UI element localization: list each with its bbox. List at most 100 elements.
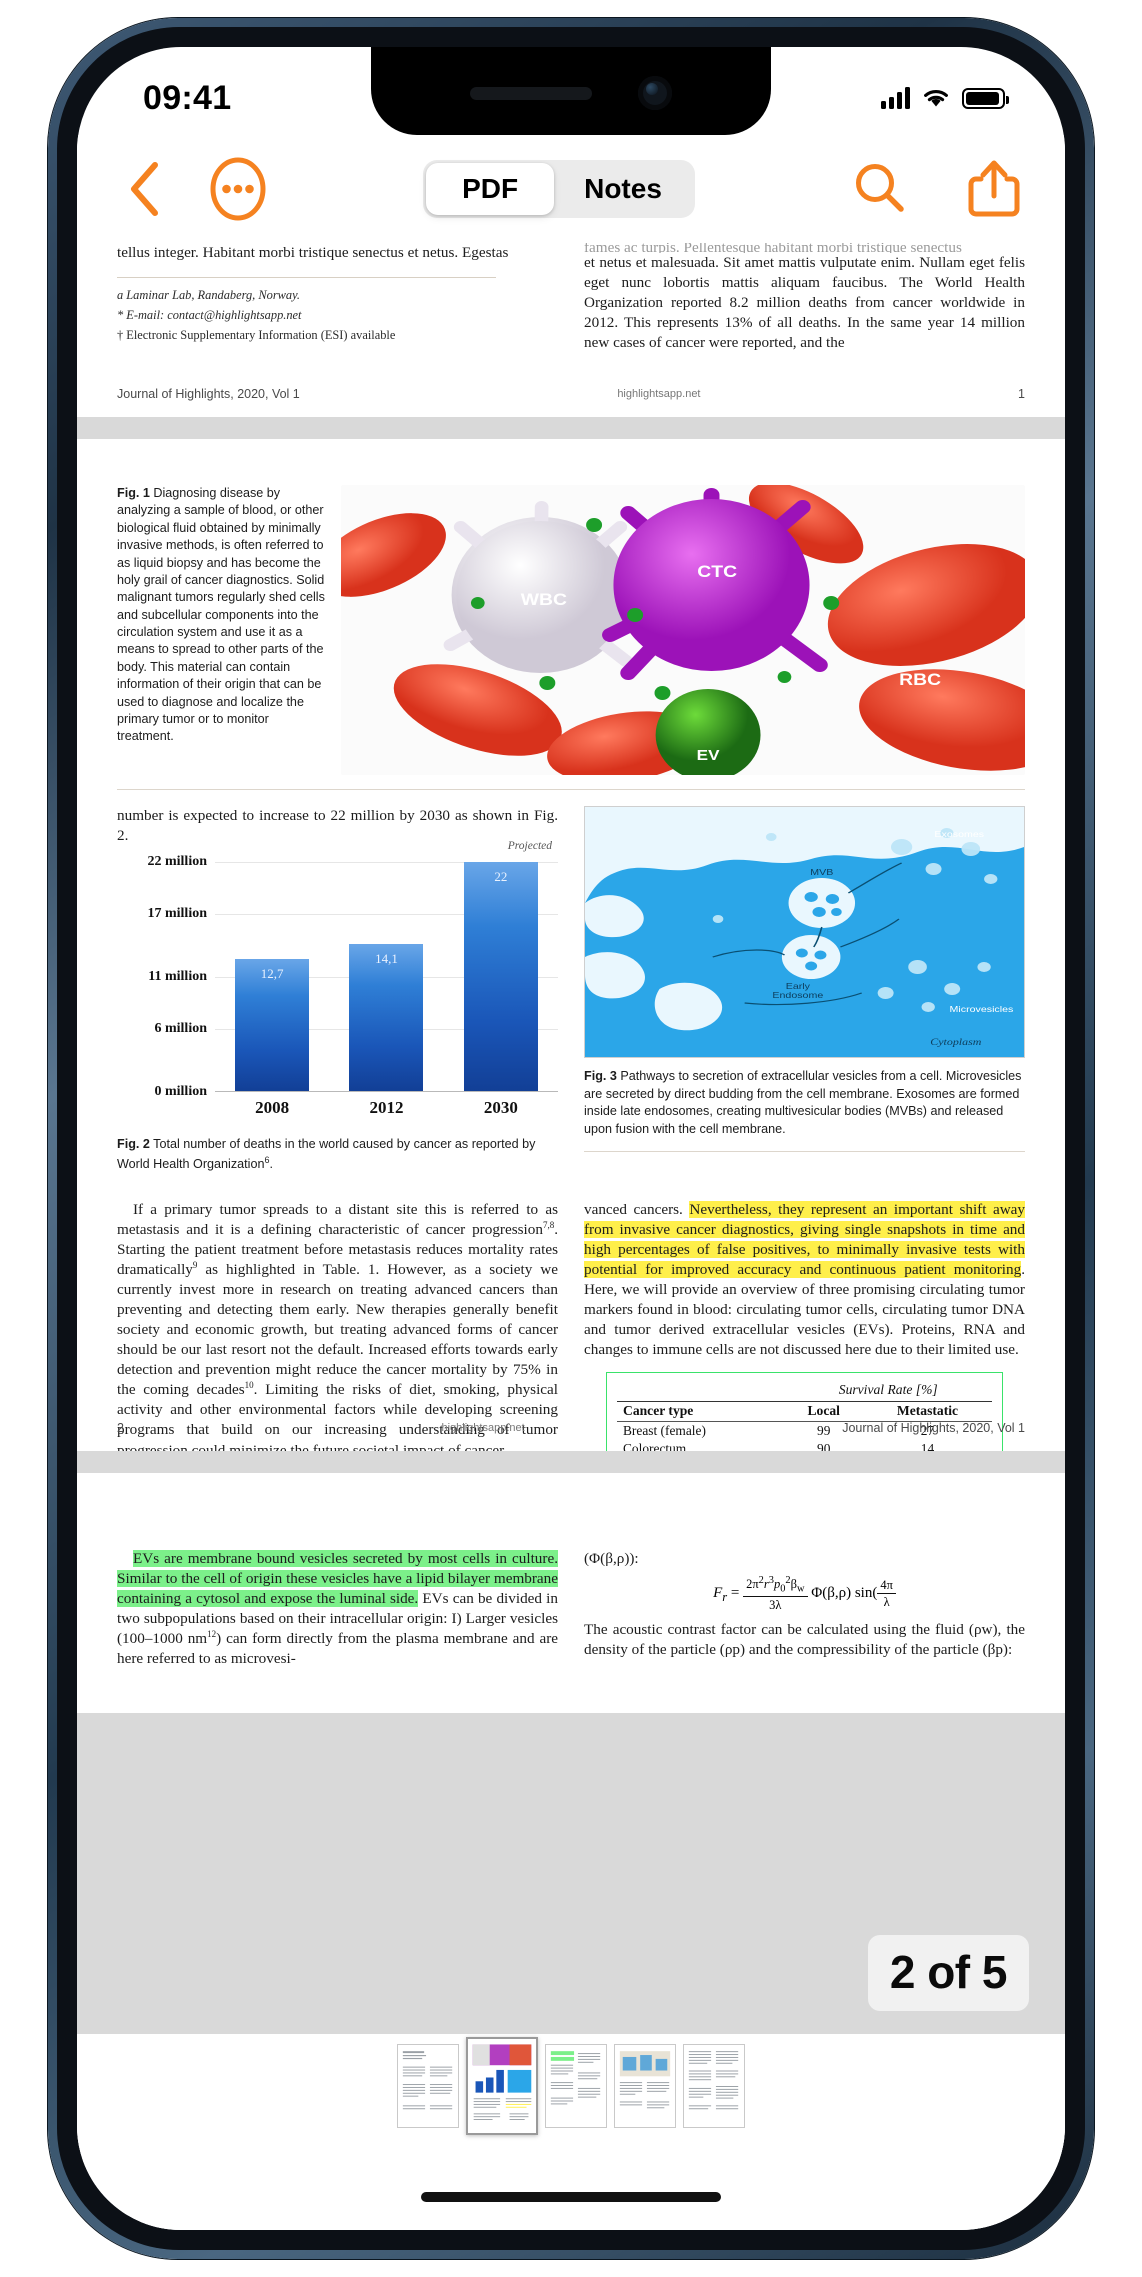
thumbnail-page-4[interactable] [614,2044,676,2128]
svg-text:MVB: MVB [810,867,833,876]
thumbnail-page-3[interactable] [545,2044,607,2128]
page2-left-paragraph-1: If a primary tumor spreads to a distant … [117,1200,558,1451]
thumbnail-page-5[interactable] [683,2044,745,2128]
tab-notes[interactable]: Notes [554,163,692,215]
svg-text:Early: Early [786,981,811,990]
chart-column: number is expected to increase to 22 mil… [117,806,558,1174]
p2l1c: as highlighted in Table. 1. However, as … [117,1260,558,1399]
share-button[interactable] [959,154,1029,224]
ytick-6: 6 million [154,1021,207,1037]
page1-footer: Journal of Highlights, 2020, Vol 1 highl… [117,387,1025,401]
page-thumbnail-strip[interactable] [77,2034,1065,2138]
app-toolbar: PDF Notes [77,135,1065,243]
figure-1-image: WBC CTC RBC EV [341,485,1025,775]
svg-text:Endosome: Endosome [772,990,823,999]
page2-footer-site: highlightsapp.net [441,1422,525,1434]
table-1-r1c0: Colorectum [623,1441,687,1451]
table-1-group-header-row: Survival Rate [%] [617,1381,992,1399]
table-1-col-0: Cancer type [623,1402,694,1418]
figure-3-image: MVB Early Endosome Exosomes Microvesicle… [584,806,1025,1058]
footnote-esi: † Electronic Supplementary Information (… [117,327,396,342]
view-mode-segmented-control[interactable]: PDF Notes [423,160,695,218]
ytick-22: 22 million [147,854,207,870]
page3-formula-lead: (Φ(β,ρ)): [584,1550,639,1567]
page3-right-text: The acoustic contrast factor can be calc… [584,1621,1025,1659]
search-button[interactable] [845,154,915,224]
screenshot-root: 09:41 PDF Notes tellus integer. Habitant… [0,0,1142,2277]
wifi-icon [924,90,948,107]
table-1-group-header: Survival Rate [%] [838,1382,938,1398]
page3-formula: Fr = 2π2r3p02βw 3λ Φ(β,ρ) sin(4π λ [584,1575,1025,1612]
table-1-header-row: Cancer type Local Metastatic [617,1401,992,1420]
chart-bar-label-2008: 12,7 [260,966,284,981]
pdf-page-2[interactable]: Fig. 1 Diagnosing disease by analyzing a… [77,439,1065,1451]
front-camera [638,76,672,110]
svg-text:EV: EV [697,747,720,764]
page2-intro-text: number is expected to increase to 22 mil… [117,807,558,845]
page1-right-text: et netus et malesuada. Sit amet mattis v… [584,254,1025,352]
back-button[interactable] [113,157,177,221]
ytick-11: 11 million [148,969,207,985]
more-options-button[interactable] [203,154,273,224]
p2l1a: If a primary tumor spreads to a distant … [117,1200,558,1238]
page-gap [77,1451,1065,1473]
table-1-highlight-box[interactable]: Survival Rate [%] Cancer type Local Meta… [606,1372,1003,1451]
figure-3-caption-text: Pathways to secretion of extracellular v… [584,1069,1022,1136]
page-gap [77,417,1065,439]
pdf-page-1[interactable]: tellus integer. Habitant morbi tristique… [77,243,1065,417]
svg-text:Microvesicles: Microvesicles [950,1004,1014,1013]
page2-footer-journal: Journal of Highlights, 2020, Vol 1 [842,1421,1025,1435]
battery-full-icon [962,87,1009,109]
table-1-col-2: Metastatic [896,1402,959,1418]
pdf-page-3[interactable]: EVs are membrane bound vesicles secreted… [77,1473,1065,1713]
figure-3-caption: Fig. 3 Pathways to secretion of extracel… [584,1068,1025,1139]
tab-pdf[interactable]: PDF [426,163,555,215]
table-row: Colorectum 90 14 [617,1440,992,1451]
xtick-2012: 2012 [369,1098,404,1118]
figure-2-label: Fig. 2 [117,1137,150,1152]
chart-bar-2012: 14,1 [349,944,424,1092]
chart-x-axis: 2008 2012 2030 [215,1098,558,1118]
figure-3-column: MVB Early Endosome Exosomes Microvesicle… [584,806,1025,1174]
ytick-0: 0 million [154,1084,207,1100]
page1-right-text-clipped: fames ac turpis. Pellentesque habitant m… [584,243,962,253]
thumbnail-page-1[interactable] [397,2044,459,2128]
svg-text:CTC: CTC [697,562,737,581]
page2-right-paragraph: vanced cancers. Nevertheless, they repre… [584,1200,1026,1361]
thumbnail-page-2[interactable] [466,2037,538,2135]
page3-left-paragraph: EVs are membrane bound vesicles secreted… [117,1549,558,1669]
dynamic-island [371,47,771,135]
footnote-rule [117,277,497,279]
page2-body-columns: If a primary tumor spreads to a distant … [117,1200,1026,1451]
figure-divider [117,789,1025,790]
figure-1-block: Fig. 1 Diagnosing disease by analyzing a… [117,485,1025,775]
page2-footer: 2 highlightsapp.net Journal of Highlight… [117,1421,1025,1435]
home-indicator[interactable] [421,2192,721,2202]
page1-footer-site: highlightsapp.net [617,388,701,400]
figure-2-caption: Fig. 2 Total number of deaths in the wor… [117,1136,558,1173]
figure-2-caption-tail: . [269,1156,273,1171]
earpiece-speaker [470,86,592,100]
footnote-affiliation: a Laminar Lab, Randaberg, Norway. [117,288,301,303]
phone-screen: 09:41 PDF Notes tellus integer. Habitant… [77,47,1065,2230]
p2l1sup3: 10 [244,1380,254,1391]
svg-text:WBC: WBC [521,590,567,609]
status-indicators [881,87,1009,109]
chart-bar-label-2030: 22 [494,869,508,885]
pdf-scroll-area[interactable]: tellus integer. Habitant morbi tristique… [77,243,1065,2230]
figure-2-caption-text: Total number of deaths in the world caus… [117,1137,536,1171]
chart-bar-label-2012: 14,1 [375,951,398,967]
figure-2-chart: 22 million 17 million 11 million 6 milli… [117,840,558,1118]
table-1-r1c1: 90 [817,1441,831,1451]
svg-text:Cytoplasm: Cytoplasm [930,1038,982,1047]
chart-y-axis: 22 million 17 million 11 million 6 milli… [119,854,215,1099]
status-time: 09:41 [143,78,232,117]
figure-3-label: Fig. 3 [584,1069,617,1083]
chart-bar-2030: 22 [463,862,538,1092]
page1-left-text: tellus integer. Habitant morbi tristique… [117,244,509,261]
p2ra: vanced cancers. [584,1200,690,1218]
page3-left-column: EVs are membrane bound vesicles secreted… [117,1549,558,1669]
svg-text:Exosomes: Exosomes [934,829,984,838]
figure-1-caption-text: Diagnosing disease by analyzing a sample… [117,486,325,744]
xtick-2008: 2008 [255,1098,290,1118]
